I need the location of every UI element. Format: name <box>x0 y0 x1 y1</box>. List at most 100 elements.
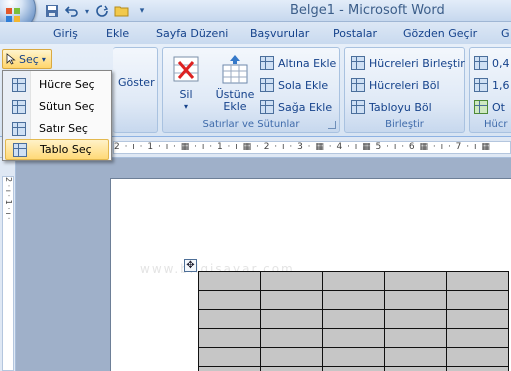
delete-button[interactable]: Sil ▾ <box>169 54 203 113</box>
menu-item-label: Sütun Seç <box>39 100 95 113</box>
table-cell[interactable] <box>322 366 385 371</box>
column-width-value: 1,6 <box>492 78 510 92</box>
insert-left-icon <box>260 78 274 92</box>
table-row[interactable] <box>198 347 509 367</box>
table-cell[interactable] <box>446 309 509 329</box>
table-group-partial <box>113 47 158 133</box>
insert-left-label: Sola Ekle <box>278 78 329 92</box>
autofit-button[interactable]: Ot <box>474 99 505 115</box>
cell-size-group: 0,4 1,6 Ot Hücr <box>469 47 511 133</box>
table-cell[interactable] <box>260 271 323 291</box>
split-table-button[interactable]: Tabloyu Böl <box>351 99 432 115</box>
table-cell[interactable] <box>260 328 323 348</box>
merge-cells-button[interactable]: Hücreleri Birleştir <box>351 55 465 71</box>
show-gridlines-button[interactable]: Göster <box>118 76 155 89</box>
insert-left-button[interactable]: Sola Ekle <box>260 77 328 93</box>
merge-group-label: Birleştir <box>385 119 424 130</box>
tab-ekle[interactable]: Ekle <box>106 27 129 40</box>
insert-above-icon <box>222 55 248 84</box>
select-table-icon <box>13 142 27 157</box>
insert-right-button[interactable]: Sağa Ekle <box>260 99 332 115</box>
insert-right-label: Sağa Ekle <box>278 100 333 114</box>
vertical-ruler[interactable]: 2 · ı · 1 · ı · <box>0 158 16 371</box>
quick-access-toolbar: ▾ ▾ <box>44 2 150 20</box>
table-row[interactable] <box>198 290 509 310</box>
table-cell[interactable] <box>260 290 323 310</box>
table-row[interactable] <box>198 309 509 329</box>
table-cell[interactable] <box>384 290 447 310</box>
insert-below-icon <box>260 56 274 70</box>
insert-below-button[interactable]: Altına Ekle <box>260 55 336 71</box>
split-table-label: Tabloyu Böl <box>369 100 432 114</box>
table-cell[interactable] <box>198 290 261 310</box>
menu-item-select-column[interactable]: Sütun Seç <box>5 96 109 117</box>
tab-gozden-gecir[interactable]: Gözden Geçir <box>403 27 477 40</box>
vertical-ruler-scale: 2 · ı · 1 · ı · <box>2 176 14 371</box>
column-width-field[interactable]: 1,6 <box>474 77 510 93</box>
table-cell[interactable] <box>260 347 323 367</box>
table-cell[interactable] <box>322 347 385 367</box>
menu-item-select-cell[interactable]: Hücre Seç <box>5 74 109 95</box>
dialog-launcher-icon[interactable] <box>328 121 336 129</box>
table-cell[interactable] <box>384 309 447 329</box>
select-row-icon <box>12 121 26 136</box>
tab-basvurular[interactable]: Başvurular <box>250 27 309 40</box>
save-icon[interactable] <box>44 3 60 19</box>
table-cell[interactable] <box>384 347 447 367</box>
table-cell[interactable] <box>198 347 261 367</box>
tab-g[interactable]: G <box>501 27 510 40</box>
table-cell[interactable] <box>260 366 323 371</box>
table-cell[interactable] <box>446 366 509 371</box>
cell-size-group-label: Hücr <box>484 119 508 130</box>
table-cell[interactable] <box>322 309 385 329</box>
select-cell-icon <box>12 77 26 92</box>
tab-postalar[interactable]: Postalar <box>333 27 377 40</box>
table-cell[interactable] <box>384 271 447 291</box>
table-move-handle-icon[interactable]: ✥ <box>184 259 197 272</box>
customize-qat-icon[interactable]: ▾ <box>134 3 150 19</box>
table-cell[interactable] <box>384 328 447 348</box>
insert-right-icon <box>260 100 274 114</box>
autofit-label: Ot <box>492 100 505 114</box>
redo-icon[interactable] <box>94 3 110 19</box>
tab-giris[interactable]: Giriş <box>53 27 78 40</box>
menu-item-select-table[interactable]: Tablo Seç <box>5 139 109 160</box>
undo-icon[interactable] <box>64 3 80 19</box>
merge-cells-label: Hücreleri Birleştir <box>369 56 465 70</box>
table-cell[interactable] <box>446 328 509 348</box>
menu-item-select-row[interactable]: Satır Seç <box>5 118 109 139</box>
rows-columns-group-label: Satırlar ve Sütunlar <box>202 119 300 130</box>
word-window: ▾ ▾ Belge1 - Microsoft Word Giriş Ekle S… <box>0 0 511 371</box>
table-cell[interactable] <box>260 309 323 329</box>
table-cell[interactable] <box>322 290 385 310</box>
table-cell[interactable] <box>198 328 261 348</box>
table-cell[interactable] <box>384 366 447 371</box>
horizontal-ruler-scale: 2 · ı · 1 · ı · ▦ · ı · 1 · ı ▦ · 2 · ı … <box>113 141 511 154</box>
split-cells-button[interactable]: Hücreleri Böl <box>351 77 440 93</box>
table-cell[interactable] <box>322 328 385 348</box>
split-cells-label: Hücreleri Böl <box>369 78 440 92</box>
table-cell[interactable] <box>198 366 261 371</box>
split-cells-icon <box>351 78 365 92</box>
delete-label: Sil <box>179 88 193 101</box>
delete-dropdown-icon: ▾ <box>183 102 188 111</box>
autofit-icon <box>474 100 488 114</box>
title-bar: ▾ ▾ Belge1 - Microsoft Word <box>0 0 511 32</box>
table-cell[interactable] <box>446 271 509 291</box>
insert-above-button[interactable]: Üstüne Ekle <box>215 54 255 113</box>
table-cell[interactable] <box>446 347 509 367</box>
undo-dropdown-icon[interactable]: ▾ <box>84 3 90 19</box>
table-row[interactable] <box>198 271 509 291</box>
table-cell[interactable] <box>446 290 509 310</box>
row-height-field[interactable]: 0,4 <box>474 55 510 71</box>
table-row[interactable] <box>198 366 509 371</box>
cursor-arrow-icon <box>6 53 16 65</box>
open-folder-icon[interactable] <box>114 3 130 19</box>
word-table[interactable] <box>198 271 509 371</box>
table-cell[interactable] <box>198 271 261 291</box>
table-cell[interactable] <box>322 271 385 291</box>
table-row[interactable] <box>198 328 509 348</box>
table-cell[interactable] <box>198 309 261 329</box>
tab-sayfa-duzeni[interactable]: Sayfa Düzeni <box>156 27 228 40</box>
select-button[interactable]: Seç ▾ <box>2 49 52 69</box>
